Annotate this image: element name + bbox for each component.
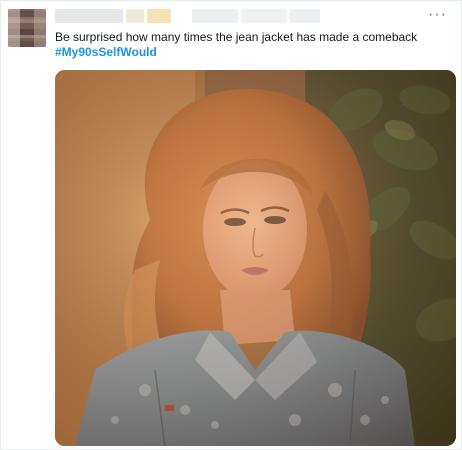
- tweet-text: Be surprised how many times the jean jac…: [55, 30, 450, 60]
- blurred-name-segment: [147, 9, 171, 23]
- blurred-name-segment: [126, 9, 144, 23]
- portrait-photo: [55, 70, 456, 446]
- tweet-photo[interactable]: [55, 70, 456, 446]
- avatar-pixelation: [8, 9, 46, 47]
- blurred-timestamp: [241, 9, 287, 23]
- hashtag-link[interactable]: #My90sSelfWould: [55, 45, 450, 60]
- blurred-timestamp: [290, 9, 320, 23]
- more-horizontal-icon[interactable]: ···: [428, 7, 447, 23]
- avatar[interactable]: [8, 9, 46, 47]
- blurred-handle: [192, 9, 238, 23]
- blurred-display-name: [55, 9, 123, 23]
- author-name-blurred[interactable]: [55, 9, 320, 23]
- tweet-body: Be surprised how many times the jean jac…: [55, 30, 418, 44]
- tweet-card[interactable]: ··· Be surprised how many times the jean…: [0, 0, 462, 450]
